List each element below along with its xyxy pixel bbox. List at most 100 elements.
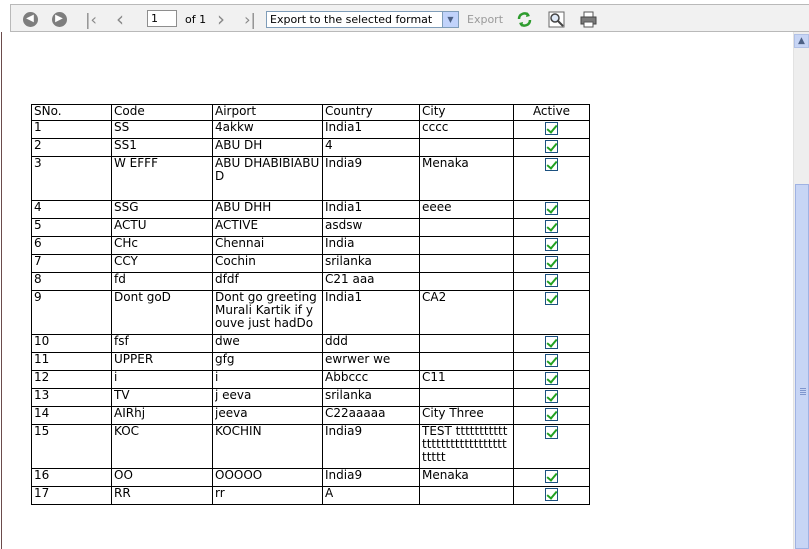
- active-checkbox[interactable]: [545, 336, 558, 349]
- active-checkbox[interactable]: [545, 256, 558, 269]
- cell-sno-text: 6: [34, 237, 42, 250]
- cell-code: OO: [111, 468, 213, 487]
- export-format-select[interactable]: Export to the selected format ▼: [266, 11, 459, 28]
- header-city: City: [419, 104, 514, 121]
- cell-city: [419, 218, 514, 237]
- cell-airport: rr: [212, 486, 323, 505]
- prev-page-icon[interactable]: ‹: [111, 7, 129, 31]
- cell-sno: 10: [31, 334, 112, 353]
- cell-country-text: India9: [325, 157, 363, 170]
- cell-code: AIRhj: [111, 406, 213, 425]
- cell-airport-text: j eeva: [215, 389, 252, 402]
- table-row: 6 CHc Chennai India: [31, 236, 590, 255]
- active-checkbox[interactable]: [545, 238, 558, 251]
- active-checkbox[interactable]: [545, 220, 558, 233]
- cell-country: C21 aaa: [322, 272, 420, 291]
- cell-code-text: fsf: [114, 335, 129, 348]
- cell-sno: 12: [31, 370, 112, 389]
- vertical-scrollbar[interactable]: ▲: [793, 32, 809, 549]
- cell-active: [513, 218, 590, 237]
- active-checkbox[interactable]: [545, 408, 558, 421]
- cell-airport: dwe: [212, 334, 323, 353]
- cell-code: SS: [111, 120, 213, 139]
- header-active: Active: [513, 104, 590, 121]
- cell-sno: 11: [31, 352, 112, 371]
- cell-sno-text: 7: [34, 255, 42, 268]
- back-circle-icon[interactable]: ◀: [21, 10, 39, 28]
- active-checkbox[interactable]: [545, 488, 558, 501]
- active-checkbox[interactable]: [545, 354, 558, 367]
- cell-active: [513, 406, 590, 425]
- cell-code: SSG: [111, 200, 213, 219]
- cell-city: C11: [419, 370, 514, 389]
- active-checkbox[interactable]: [545, 390, 558, 403]
- header-sno: SNo.: [31, 104, 112, 121]
- page-number-input[interactable]: [147, 10, 177, 27]
- table-row: 2 SS1 ABU DH 4: [31, 138, 590, 157]
- cell-sno-text: 10: [34, 335, 50, 348]
- zoom-icon[interactable]: [547, 10, 565, 28]
- cell-sno-text: 16: [34, 469, 50, 482]
- report-left-border: [1, 32, 2, 549]
- cell-airport-text: OOOOO: [215, 469, 263, 482]
- cell-airport-text: Cochin: [215, 255, 256, 268]
- cell-country: India9: [322, 424, 420, 469]
- scroll-up-icon[interactable]: ▲: [794, 34, 809, 48]
- last-page-icon[interactable]: ›|: [241, 10, 259, 29]
- cell-sno: 8: [31, 272, 112, 291]
- scrollbar-thumb[interactable]: [795, 184, 809, 549]
- export-button[interactable]: Export: [467, 13, 503, 26]
- print-icon[interactable]: [579, 10, 597, 28]
- cell-code: Dont goD: [111, 290, 213, 335]
- active-checkbox[interactable]: [545, 140, 558, 153]
- cell-country: ewrwer we: [322, 352, 420, 371]
- cell-country-text: India1: [325, 121, 363, 134]
- table-row: 11 UPPER gfg ewrwer we: [31, 352, 590, 371]
- active-checkbox[interactable]: [545, 202, 558, 215]
- active-checkbox[interactable]: [545, 470, 558, 483]
- cell-sno: 2: [31, 138, 112, 157]
- table-row: 12 i i Abbccc C11: [31, 370, 590, 389]
- forward-circle-icon[interactable]: ▶: [50, 10, 68, 28]
- cell-sno: 13: [31, 388, 112, 407]
- cell-airport: ACTIVE: [212, 218, 323, 237]
- cell-country: 4: [322, 138, 420, 157]
- active-checkbox[interactable]: [545, 122, 558, 135]
- table-row: 16 OO OOOOO India9 Menaka: [31, 468, 590, 487]
- cell-sno: 3: [31, 156, 112, 201]
- cell-airport: i: [212, 370, 323, 389]
- cell-country-text: India1: [325, 201, 363, 214]
- cell-code: RR: [111, 486, 213, 505]
- cell-sno-text: 11: [34, 353, 50, 366]
- cell-code: TV: [111, 388, 213, 407]
- cell-active: [513, 120, 590, 139]
- cell-airport: Chennai: [212, 236, 323, 255]
- cell-active: [513, 486, 590, 505]
- active-checkbox[interactable]: [545, 426, 558, 439]
- cell-country: India: [322, 236, 420, 255]
- active-checkbox[interactable]: [545, 274, 558, 287]
- chevron-down-icon[interactable]: ▼: [442, 12, 458, 27]
- cell-sno-text: 1: [34, 121, 42, 134]
- cell-active: [513, 200, 590, 219]
- cell-code: KOC: [111, 424, 213, 469]
- cell-sno: 9: [31, 290, 112, 335]
- cell-code-text: SSG: [114, 201, 139, 214]
- cell-airport: ABU DHH: [212, 200, 323, 219]
- cell-code: UPPER: [111, 352, 213, 371]
- cell-code-text: W EFFF: [114, 157, 158, 170]
- cell-active: [513, 424, 590, 469]
- active-checkbox[interactable]: [545, 158, 558, 171]
- active-checkbox[interactable]: [545, 372, 558, 385]
- table-header-row: SNo. Code Airport Country City Active: [31, 104, 590, 121]
- refresh-icon[interactable]: [515, 10, 533, 28]
- cell-country: India1: [322, 120, 420, 139]
- active-checkbox[interactable]: [545, 292, 558, 305]
- cell-code: CHc: [111, 236, 213, 255]
- cell-sno-text: 3: [34, 157, 42, 170]
- next-page-icon[interactable]: ›: [212, 7, 230, 31]
- report-viewport: SNo. Code Airport Country City Active 1S…: [0, 32, 809, 549]
- first-page-icon[interactable]: |‹: [82, 10, 100, 29]
- cell-sno: 17: [31, 486, 112, 505]
- cell-code-text: SS1: [114, 139, 137, 152]
